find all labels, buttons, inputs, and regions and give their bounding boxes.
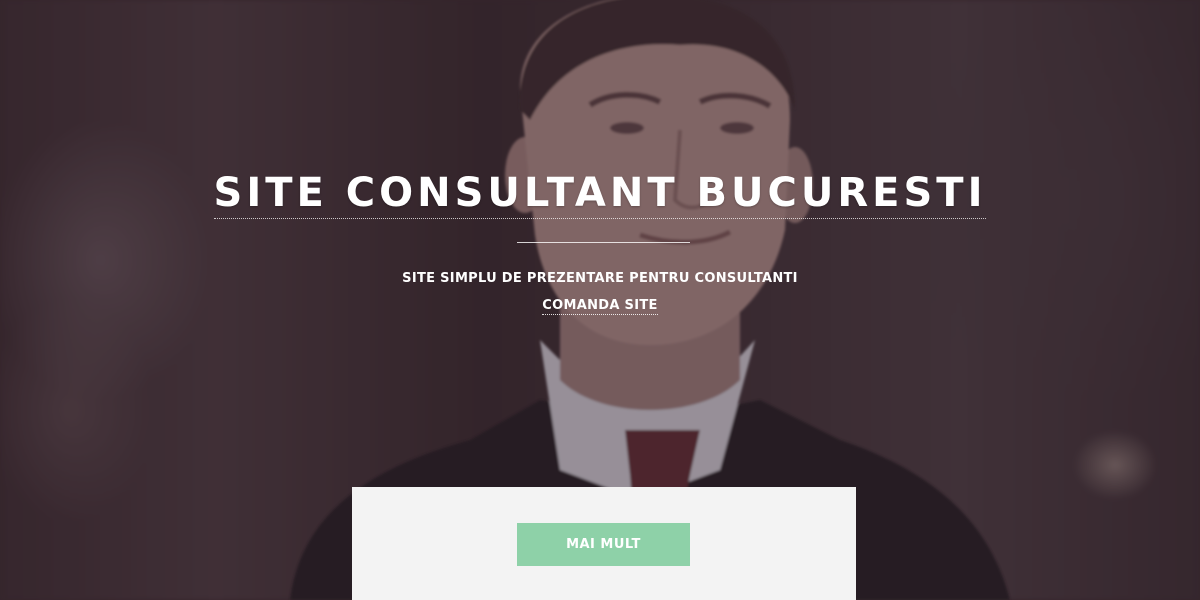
order-site-link[interactable]: COMANDA SITE: [542, 298, 658, 315]
hero-section: SITE CONSULTANT BUCURESTI SITE SIMPLU DE…: [0, 0, 1200, 600]
info-panel: MAI MULT: [352, 487, 856, 600]
hero-cta-wrap: COMANDA SITE: [0, 296, 1200, 315]
hero-subtitle: SITE SIMPLU DE PREZENTARE PENTRU CONSULT…: [402, 271, 798, 286]
hero-divider: [517, 242, 690, 243]
more-button[interactable]: MAI MULT: [517, 523, 690, 566]
hero-title: SITE CONSULTANT BUCURESTI: [213, 170, 987, 219]
hero-title-wrap: SITE CONSULTANT BUCURESTI: [0, 170, 1200, 219]
